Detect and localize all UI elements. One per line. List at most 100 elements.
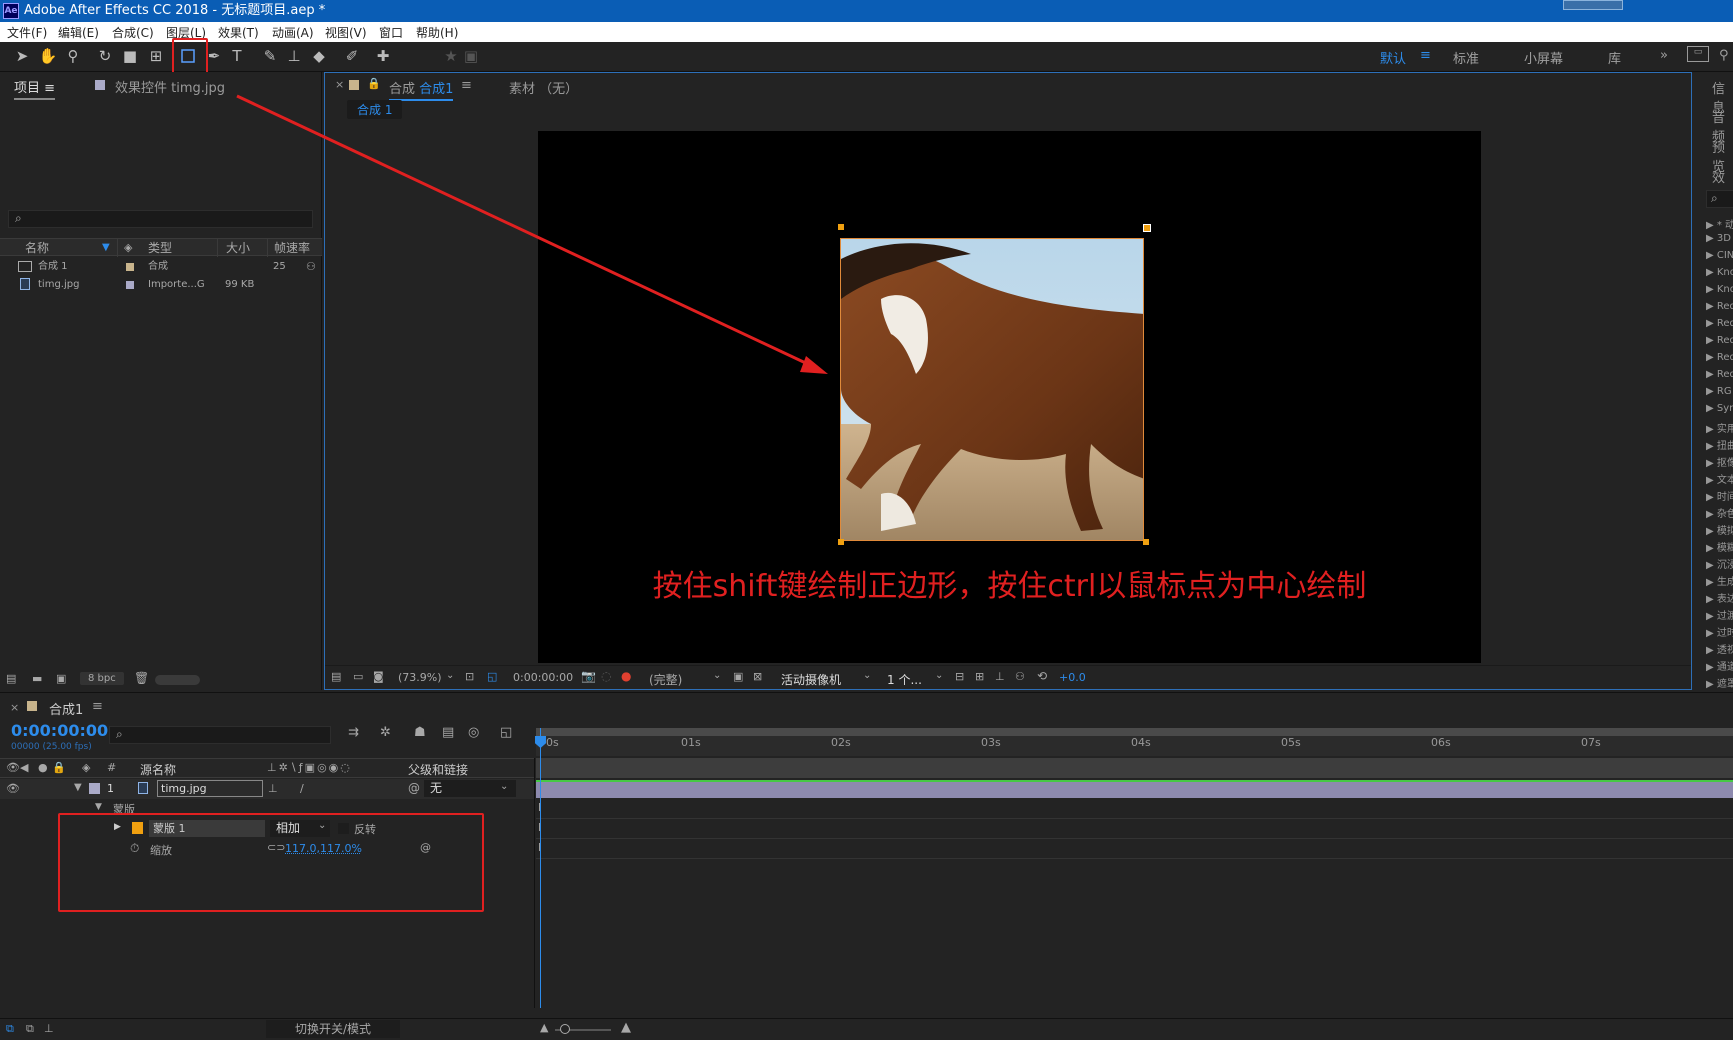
star-icon[interactable]: ★	[441, 46, 461, 66]
toggle-pixel-aspect-icon[interactable]: ⊟	[955, 670, 964, 683]
effect-category[interactable]: ▶ Red	[1706, 369, 1733, 380]
effect-category[interactable]: ▶ 3D	[1706, 233, 1731, 244]
in-out-icon[interactable]: ⊥	[44, 1022, 54, 1035]
audio-icon[interactable]: ◀	[20, 761, 28, 774]
workspace-panel-icon[interactable]: ▭	[1687, 46, 1709, 62]
effect-category[interactable]: ▶ RG	[1706, 386, 1732, 397]
bpc-button[interactable]: 8 bpc	[80, 672, 124, 685]
effect-category[interactable]: ▶ 沉浸	[1706, 556, 1733, 571]
menu-file[interactable]: 文件(F)	[7, 24, 47, 41]
reset-exposure-icon[interactable]: ⟲	[1037, 669, 1047, 683]
zoom-out-icon[interactable]: ▲	[540, 1021, 548, 1034]
lock-icon[interactable]: 🔒	[367, 77, 381, 90]
channel-icon[interactable]: ●	[621, 669, 631, 683]
transform-handle[interactable]	[838, 224, 844, 230]
rotate-tool-icon[interactable]: ↻	[95, 46, 115, 66]
show-snapshot-icon[interactable]: ◌	[601, 669, 611, 683]
fit-frame-icon[interactable]: ⊡	[465, 670, 474, 683]
workspace-more-icon[interactable]: »	[1660, 48, 1668, 63]
quality-switch-icon[interactable]: ∕	[300, 782, 304, 795]
sort-arrow-icon[interactable]: ▼	[102, 242, 110, 253]
effect-category[interactable]: ▶ Red	[1706, 352, 1733, 363]
menu-animation[interactable]: 动画(A)	[272, 24, 314, 41]
switches-icons[interactable]: ⊥✲∖ƒ▣◎◉◌	[267, 761, 352, 774]
pan-behind-tool-icon[interactable]: ⊞	[146, 46, 166, 66]
workspace-menu-icon[interactable]: ≡	[1420, 48, 1431, 63]
close-tab-icon[interactable]: ×	[335, 78, 344, 91]
menu-window[interactable]: 窗口	[379, 24, 403, 41]
effect-category[interactable]: ▶ 实用	[1706, 420, 1733, 435]
effect-category[interactable]: ▶ 时间	[1706, 488, 1733, 503]
project-tab[interactable]: 项目 ≡	[14, 77, 55, 100]
resolution-dropdown[interactable]: (完整)	[649, 671, 682, 688]
transparency-grid-icon[interactable]: ⊠	[753, 670, 762, 683]
new-folder-icon[interactable]: ▬	[32, 672, 42, 685]
zoom-slider-thumb[interactable]	[560, 1024, 570, 1034]
fast-previews-icon[interactable]: ▣	[733, 670, 743, 683]
thumbnail-slider[interactable]	[155, 675, 200, 685]
region-of-interest-icon[interactable]: ◱	[487, 670, 497, 683]
effect-category[interactable]: ▶ 过时	[1706, 624, 1733, 639]
effect-category[interactable]: ▶ Red	[1706, 318, 1733, 329]
solo-icon[interactable]: ●	[38, 761, 48, 774]
mask-group-triangle-icon[interactable]: ▼	[95, 802, 102, 812]
workspace-library[interactable]: 库	[1608, 48, 1621, 67]
effects-search-input[interactable]: ⌕	[1706, 190, 1733, 208]
roto-brush-tool-icon[interactable]: ✐	[342, 46, 362, 66]
footage-tab[interactable]: 素材 （无）	[509, 78, 578, 97]
timeline-icon[interactable]: ⊥	[995, 670, 1005, 683]
video-eye-icon[interactable]: 👁	[6, 761, 20, 774]
effect-category[interactable]: ▶ 抠像	[1706, 454, 1733, 469]
effect-category[interactable]: ▶ 透视	[1706, 641, 1733, 656]
window-controls[interactable]	[1563, 0, 1623, 10]
transform-handle[interactable]	[838, 539, 844, 545]
transform-handle[interactable]	[1143, 539, 1149, 545]
trash-icon[interactable]: 🗑	[134, 671, 149, 685]
parent-chevron-icon[interactable]: ⌄	[500, 781, 508, 792]
comp-tab-menu-icon[interactable]: ≡	[461, 78, 472, 93]
timeline-comp-tab[interactable]: 合成1	[49, 699, 83, 718]
current-time[interactable]: 0:00:00:00	[11, 721, 108, 740]
menu-help[interactable]: 帮助(H)	[416, 24, 458, 41]
layer-duration-bar[interactable]	[536, 780, 1733, 798]
zoom-tool-icon[interactable]: ⚲	[63, 46, 83, 66]
brush-tool-icon[interactable]: ✎	[260, 46, 280, 66]
workspace-default[interactable]: 默认	[1380, 48, 1406, 67]
hide-shy-layers-icon[interactable]: ☗	[414, 725, 426, 740]
resolution-chevron-icon[interactable]: ⌄	[713, 670, 721, 681]
clone-stamp-tool-icon[interactable]: ⊥	[284, 46, 304, 66]
effect-category[interactable]: ▶ 生成	[1706, 573, 1733, 588]
always-preview-icon[interactable]: ▤	[331, 670, 341, 683]
close-tab-icon[interactable]: ×	[10, 701, 19, 714]
effect-category[interactable]: ▶ 通道	[1706, 658, 1733, 673]
effect-category[interactable]: ▶ Red	[1706, 301, 1733, 312]
views-chevron-icon[interactable]: ⌄	[935, 670, 943, 681]
effect-category[interactable]: ▶ 杂色	[1706, 505, 1733, 520]
work-area-bar[interactable]	[536, 728, 1733, 736]
effect-category[interactable]: ▶ 表达	[1706, 590, 1733, 605]
project-tab-menu-icon[interactable]: ≡	[44, 81, 55, 96]
mask-visibility-icon[interactable]: ◙	[373, 670, 384, 683]
selection-tool-icon[interactable]: ➤	[12, 46, 32, 66]
pickwhip-icon[interactable]: @	[408, 781, 420, 795]
zoom-in-icon[interactable]: ▲	[621, 1020, 631, 1035]
monitor-icon[interactable]: ▭	[353, 670, 363, 683]
composition-tab[interactable]: 合成 合成1	[389, 78, 453, 101]
comp-breadcrumb[interactable]: 合成 1	[347, 100, 402, 119]
col-size[interactable]: 大小	[218, 239, 268, 257]
menu-edit[interactable]: 编辑(E)	[58, 24, 99, 41]
text-tool-icon[interactable]: T	[227, 46, 247, 66]
workspace-standard[interactable]: 标准	[1453, 48, 1479, 67]
flowchart-icon[interactable]: ⚇	[1015, 670, 1025, 683]
transform-handle[interactable]	[1143, 224, 1151, 232]
effect-category[interactable]: ▶ CIN	[1706, 250, 1733, 261]
col-fps[interactable]: 帧速率	[268, 239, 322, 257]
effect-category[interactable]: ▶ 模拟	[1706, 522, 1733, 537]
timeline-search-input[interactable]: ⌕	[109, 726, 331, 744]
effect-category[interactable]: ▶ 模糊	[1706, 539, 1733, 554]
project-search-input[interactable]: ⌕	[8, 210, 313, 228]
col-type[interactable]: 类型	[140, 239, 218, 257]
col-parent[interactable]: 父级和链接	[408, 761, 468, 778]
composition-viewer[interactable]: 按住shift键绘制正边形，按住ctrl以鼠标点为中心绘制	[538, 131, 1481, 663]
label-tag-icon[interactable]: ◈	[82, 761, 90, 774]
